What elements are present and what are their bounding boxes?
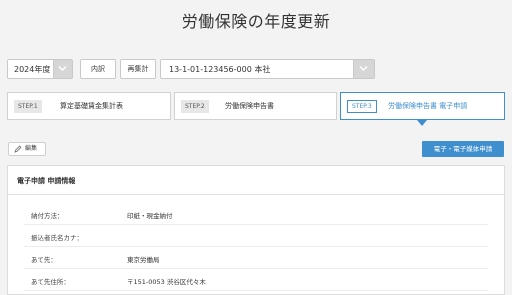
info-row-payer-kana: 振込者氏名カナ： [24,225,488,247]
panel-title: 電子申請 申請情報 [17,177,76,185]
chevron-down-icon [359,65,368,72]
edit-button[interactable]: 編集 [8,142,46,156]
pencil-icon [14,145,22,153]
step-3[interactable]: STEP.3 労働保険申告書 電子申請 [340,92,505,120]
step-2-tag: STEP.2 [181,100,209,113]
step-1-tag: STEP.1 [14,100,42,113]
step-1[interactable]: STEP.1 算定基礎賃金集計表 [7,92,171,120]
info-value: 印紙・現金納付 [127,212,173,220]
info-key: 振込者氏名カナ： [31,234,83,242]
info-value: 東京労働局 [127,256,160,264]
info-value: 〒151-0053 渋谷区代々木 [127,278,206,286]
step-2[interactable]: STEP.2 労働保険申告書 [174,92,337,120]
info-row-destination: あて先： 東京労働局 [24,247,488,269]
info-key: あて先住所： [31,278,70,286]
year-select-value: 2024年度 [14,65,51,74]
office-select-value: 13-1-01-123456-000 本社 [169,65,271,74]
panel-header: 電子申請 申請情報 [8,166,504,195]
office-select-toggle[interactable] [353,60,374,78]
year-select-toggle[interactable] [53,60,72,78]
step-3-label: 労働保険申告書 電子申請 [388,102,468,110]
info-key: 納付方法： [31,212,64,220]
breakdown-button[interactable]: 内訳 [80,59,116,79]
recalc-button[interactable]: 再集計 [120,59,156,79]
step-2-label: 労働保険申告書 [225,102,274,110]
info-row-destination-address: あて先住所： 〒151-0053 渋谷区代々木 [24,269,488,291]
application-info-panel: 電子申請 申請情報 納付方法： 印紙・現金納付 振込者氏名カナ： あて先： 東京… [7,165,505,295]
step-nav: STEP.1 算定基礎賃金集計表 STEP.2 労働保険申告書 STEP.3 労… [7,92,505,120]
edit-button-label: 編集 [25,145,38,152]
electronic-apply-button[interactable]: 電子・電子媒体申請 [422,141,504,157]
step-3-tag: STEP.3 [347,100,377,113]
info-key: あて先： [31,256,57,264]
office-select[interactable]: 13-1-01-123456-000 本社 [160,59,375,79]
chevron-down-icon [58,65,67,72]
active-step-indicator [417,120,427,126]
info-list: 納付方法： 印紙・現金納付 振込者氏名カナ： あて先： 東京労働局 あて先住所：… [24,203,488,291]
info-row-payment: 納付方法： 印紙・現金納付 [24,203,488,225]
year-select[interactable]: 2024年度 [7,59,73,79]
page-title: 労働保険の年度更新 [181,12,331,31]
step-1-label: 算定基礎賃金集計表 [60,102,123,110]
